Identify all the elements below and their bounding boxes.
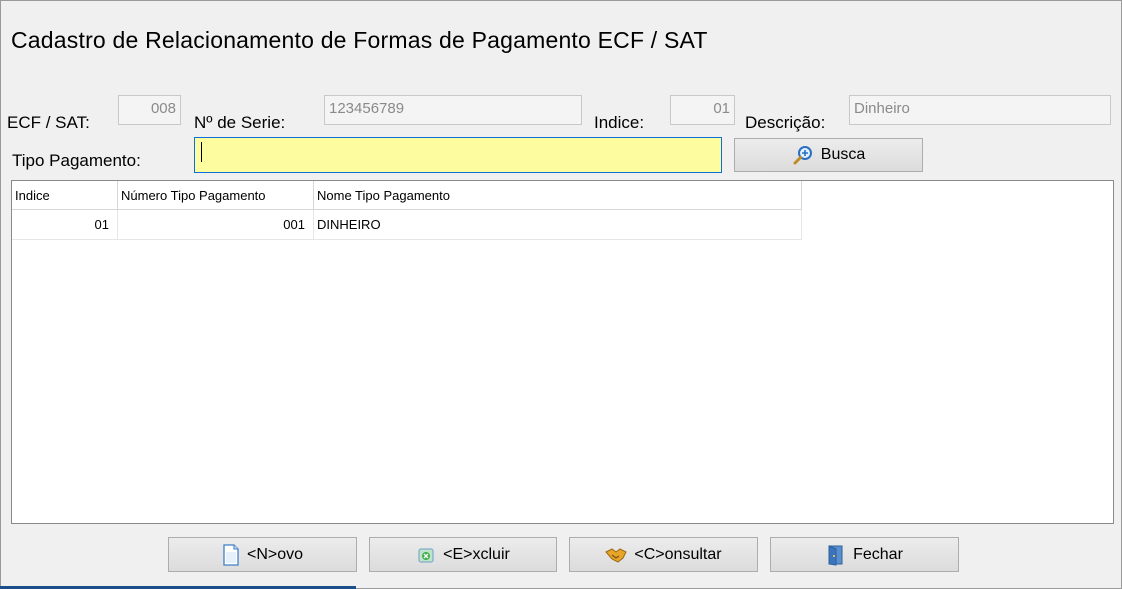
excluir-button-label: <E>xcluir — [443, 545, 510, 563]
tipo-pagamento-label: Tipo Pagamento: — [12, 151, 141, 170]
new-document-icon — [223, 543, 239, 566]
tipo-pagamento-input[interactable] — [194, 137, 722, 173]
novo-button[interactable]: <N>ovo — [168, 537, 357, 572]
delete-icon — [418, 548, 434, 562]
indice-field[interactable]: 01 — [670, 95, 735, 125]
descricao-label: Descrição: — [745, 113, 826, 132]
consultar-button[interactable]: <C>onsultar — [569, 537, 758, 572]
handshake-icon — [605, 547, 628, 563]
payment-table: Indice Número Tipo Pagamento Nome Tipo P… — [12, 181, 802, 240]
cell-numero: 001 — [117, 209, 314, 240]
consultar-button-label: <C>onsultar — [634, 545, 722, 563]
grid-header-row: Indice Número Tipo Pagamento Nome Tipo P… — [12, 181, 802, 210]
busca-button-label: Busca — [820, 146, 866, 163]
text-caret — [201, 142, 202, 162]
novo-button-label: <N>ovo — [246, 545, 304, 563]
fechar-button[interactable]: Fechar — [770, 537, 959, 572]
payment-grid[interactable]: Indice Número Tipo Pagamento Nome Tipo P… — [11, 180, 1114, 524]
serie-field[interactable]: 123456789 — [324, 95, 582, 125]
ecf-sat-field[interactable]: 008 — [118, 95, 181, 125]
excluir-button[interactable]: <E>xcluir — [369, 537, 557, 572]
window: Cadastro de Relacionamento de Formas de … — [0, 0, 1122, 589]
indice-label: Indice: — [594, 113, 645, 132]
descricao-field[interactable]: Dinheiro — [849, 95, 1111, 125]
cell-indice: 01 — [12, 209, 118, 240]
serie-label: Nº de Serie: — [194, 113, 286, 132]
ecf-sat-label: ECF / SAT: — [7, 113, 90, 132]
column-header-numero[interactable]: Número Tipo Pagamento — [117, 181, 314, 210]
fechar-button-label: Fechar — [853, 545, 903, 563]
cell-nome: DINHEIRO — [313, 209, 802, 240]
magnifier-plus-icon — [793, 146, 812, 165]
table-row[interactable]: 01 001 DINHEIRO — [12, 209, 802, 240]
column-header-indice[interactable]: Indice — [12, 181, 118, 210]
busca-button[interactable]: Busca — [734, 138, 923, 172]
column-header-nome[interactable]: Nome Tipo Pagamento — [313, 181, 802, 210]
window-title: Cadastro de Relacionamento de Formas de … — [11, 27, 708, 53]
exit-door-icon — [828, 544, 843, 566]
